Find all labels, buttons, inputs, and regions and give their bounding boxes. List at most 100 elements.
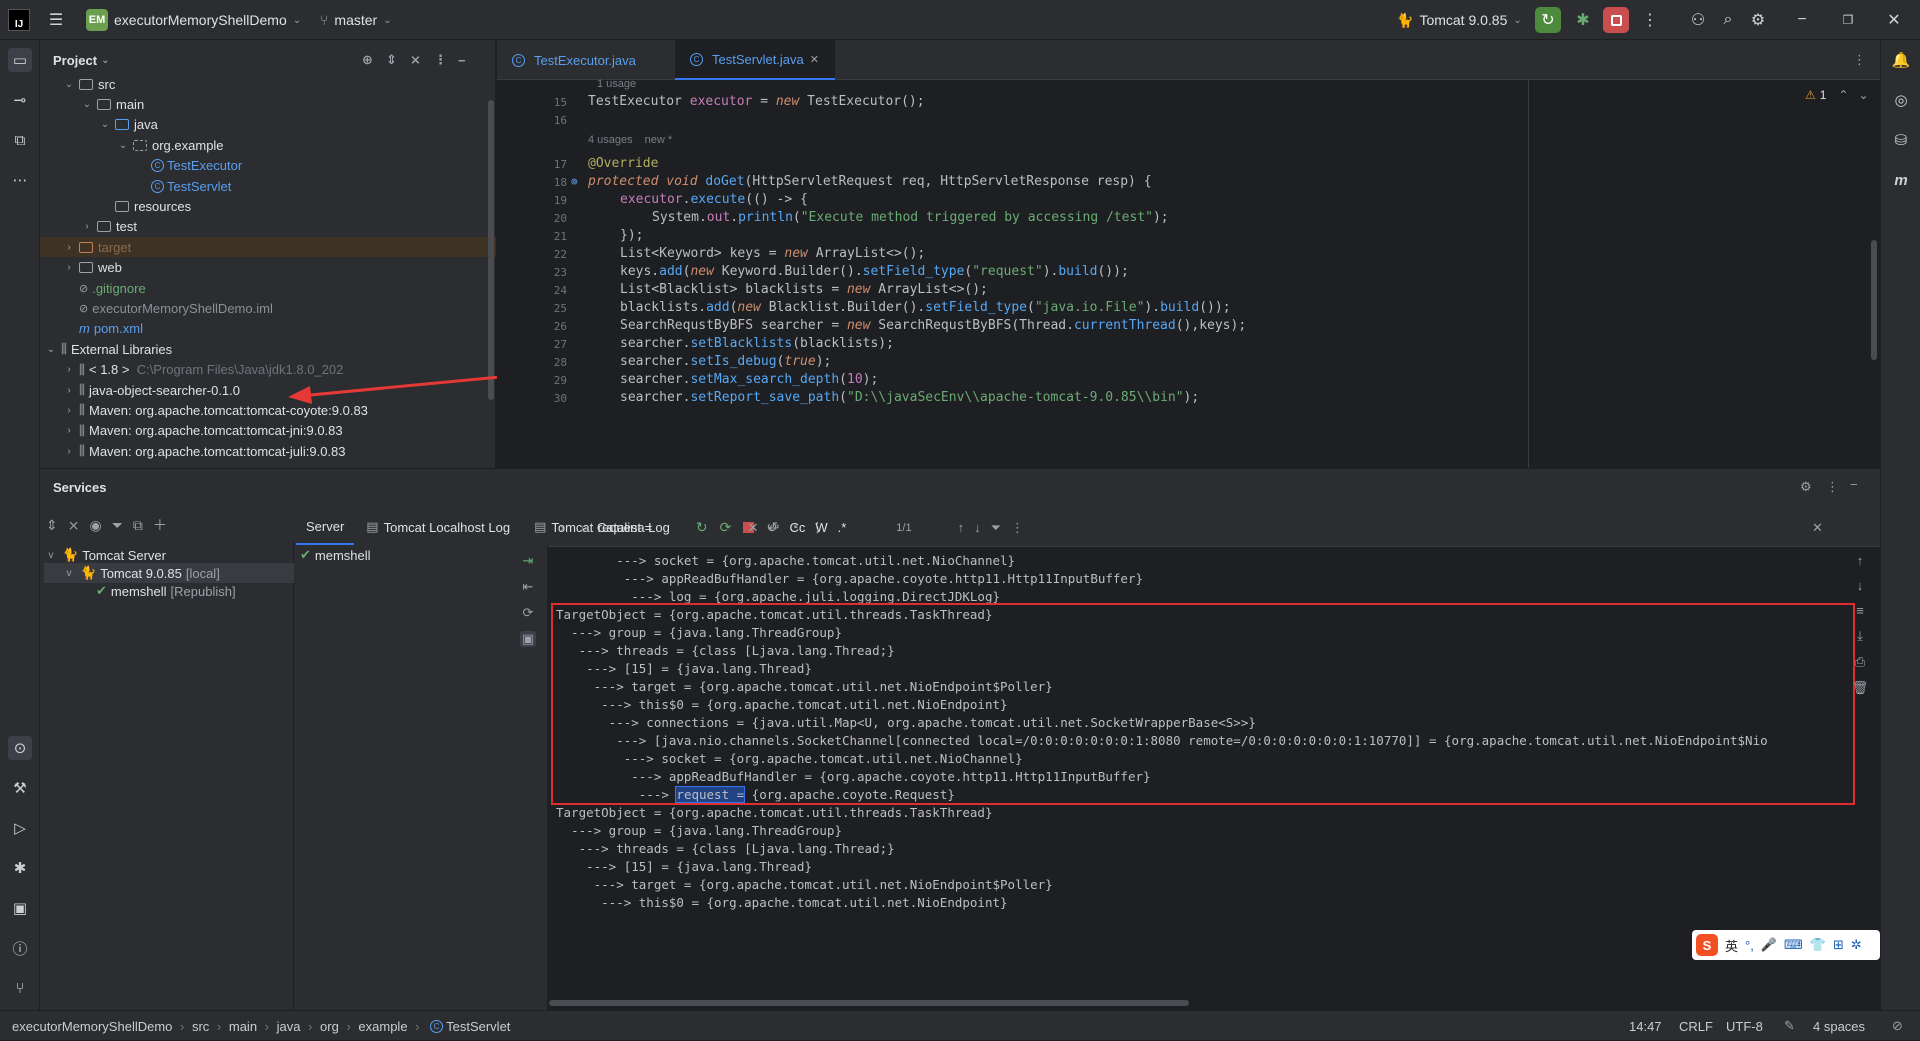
terminal-icon[interactable]: ▣	[8, 896, 32, 920]
deploy-icon[interactable]: ⇥	[523, 553, 534, 569]
vcs-branch-selector[interactable]: ⑂ master ⌄	[320, 0, 392, 40]
tab-testservlet[interactable]: C TestServlet.java ✕	[675, 40, 835, 80]
expand-all-icon[interactable]: ⇕	[386, 52, 397, 68]
scroll-up-icon[interactable]: ↑	[1857, 553, 1864, 568]
editor-scrollbar[interactable]	[1871, 240, 1877, 360]
tree-node-memshell[interactable]: ✔ memshell [Republish]	[44, 581, 236, 601]
minimize-button[interactable]: −	[1790, 8, 1814, 32]
collapse-all-icon[interactable]: ⨯	[68, 517, 80, 534]
services-options-icon[interactable]: ⋮	[1826, 479, 1839, 495]
services-settings-icon[interactable]: ⚙	[1800, 479, 1812, 495]
search-icon[interactable]: ⌕	[1716, 8, 1740, 32]
tab-options-icon[interactable]: ⋮	[1853, 52, 1866, 68]
chevron-down-icon[interactable]: ⌄	[1859, 88, 1869, 102]
structure-icon[interactable]: ⧉	[8, 128, 32, 152]
chevron-down-icon[interactable]: ⌄	[62, 79, 76, 90]
add-service-icon[interactable]: ＋	[153, 515, 167, 535]
scroll-to-end-icon[interactable]: ⤓	[1857, 628, 1863, 644]
breadcrumb-item[interactable]: executorMemoryShellDemo	[12, 1019, 172, 1034]
rerun-button[interactable]: ↻	[1535, 7, 1561, 33]
indent-setting[interactable]: 4 spaces	[1813, 1011, 1865, 1041]
scroll-down-icon[interactable]: ↓	[1857, 578, 1864, 593]
chevron-right-icon[interactable]: ›	[62, 425, 76, 436]
breadcrumb-item[interactable]: main	[229, 1019, 257, 1034]
hide-panel-icon[interactable]: −	[458, 53, 466, 68]
more-options-icon[interactable]: ⋮	[1011, 520, 1024, 536]
debug-bug-icon[interactable]: ✱	[8, 856, 32, 880]
debug-button[interactable]: ✱	[1570, 7, 1596, 33]
chevron-down-icon[interactable]: ⌄	[44, 344, 58, 355]
tree-item[interactable]: ⌄ main	[80, 94, 144, 114]
breadcrumb-item[interactable]: src	[192, 1019, 209, 1034]
problems-icon[interactable]: ⓘ	[8, 936, 32, 960]
tree-node-tomcat-server[interactable]: v 🐈 Tomcat Server	[44, 545, 167, 565]
tree-item[interactable]: › ⫼ Maven: org.apache.tomcat:tomcat-juli:9…	[62, 441, 345, 461]
tree-item[interactable]: resources	[98, 196, 191, 216]
close-search-icon[interactable]: ✕	[1812, 520, 1823, 536]
add-user-icon[interactable]: ⚇	[1686, 8, 1710, 32]
tree-item[interactable]: m pom.xml	[62, 319, 143, 339]
code-vision-hint[interactable]: 4 usages new *	[588, 132, 672, 147]
expand-replace-icon[interactable]: ›	[560, 520, 564, 535]
hide-services-icon[interactable]: −	[1850, 477, 1858, 492]
console-toggle-icon[interactable]: ▣	[519, 631, 537, 647]
breadcrumb-item[interactable]: example	[358, 1019, 407, 1034]
search-input[interactable]	[597, 520, 738, 535]
expand-all-icon[interactable]: ⇕	[46, 517, 58, 534]
chevron-right-icon[interactable]: ›	[62, 405, 76, 416]
clear-all-trash-icon[interactable]: 🗑	[1852, 680, 1869, 696]
chevron-up-icon[interactable]: ⌃	[1838, 88, 1848, 102]
maximize-button[interactable]: ❐	[1836, 8, 1860, 32]
line-separator[interactable]: CRLF	[1679, 1011, 1713, 1041]
regex-toggle[interactable]: .*	[838, 520, 847, 535]
tree-item[interactable]: ⌄ java	[98, 115, 158, 135]
tree-item[interactable]: › target	[40, 237, 496, 258]
commit-icon[interactable]: ⊸	[8, 88, 32, 112]
ime-language[interactable]: 英	[1725, 936, 1738, 955]
view-options-eye-icon[interactable]: ◉	[89, 517, 101, 534]
maven-icon[interactable]: m	[1889, 168, 1913, 192]
whole-words-toggle[interactable]: W	[815, 520, 827, 535]
chevron-down-icon[interactable]: ⌄	[80, 99, 94, 110]
chevron-right-icon[interactable]: ›	[80, 221, 94, 232]
breadcrumb-item[interactable]: java	[277, 1019, 301, 1034]
breadcrumb-item[interactable]: TestServlet	[446, 1019, 510, 1034]
tree-item[interactable]: › ⫼ java-object-searcher-0.1.0	[62, 380, 240, 400]
soft-wrap-icon[interactable]: ≡	[1856, 603, 1864, 618]
notifications-bell-icon[interactable]: 🔔	[1889, 48, 1913, 72]
chevron-right-icon[interactable]: ›	[62, 242, 76, 253]
toolbox-icon[interactable]: ⊞	[1833, 937, 1844, 953]
collapse-all-icon[interactable]: ⨯	[410, 52, 421, 68]
close-tab-icon[interactable]: ✕	[810, 53, 819, 66]
author-hint[interactable]: new *	[645, 134, 673, 146]
tree-item[interactable]: ⊘ .gitignore	[62, 278, 146, 298]
caret-position[interactable]: 14:47	[1629, 1011, 1662, 1041]
keyboard-icon[interactable]: ⌨	[1784, 937, 1803, 953]
chevron-right-icon[interactable]: ›	[62, 364, 76, 375]
usages-hint[interactable]: 1 usage	[597, 78, 636, 90]
tree-item[interactable]: ⌄ ⫼ External Libraries	[44, 339, 172, 359]
search-history-icon[interactable]: ↩	[769, 520, 780, 536]
console-output[interactable]: ---> socket = {org.apache.tomcat.util.ne…	[548, 547, 1880, 1011]
tree-node-tomcat-instance[interactable]: v 🐈 Tomcat 9.0.85 [local]	[44, 563, 294, 583]
chevron-right-icon[interactable]: ›	[62, 385, 76, 396]
chevron-down-icon[interactable]: ⌄	[98, 119, 112, 130]
database-icon[interactable]: ⛁	[1889, 128, 1913, 152]
tab-localhost-log[interactable]: ▤ Tomcat Localhost Log	[354, 509, 522, 545]
tree-item[interactable]: › test	[80, 217, 137, 237]
close-window-button[interactable]: ✕	[1882, 8, 1906, 32]
project-selector[interactable]: EM executorMemoryShellDemo ⌄	[86, 0, 301, 40]
chevron-right-icon[interactable]: ›	[62, 446, 76, 457]
console-h-scrollbar[interactable]	[549, 1000, 1189, 1006]
clear-search-icon[interactable]: ✕	[748, 520, 759, 536]
skin-icon[interactable]: 👕	[1810, 937, 1826, 953]
more-actions-icon[interactable]: ⋮	[1638, 8, 1662, 32]
next-match-icon[interactable]: ↓	[974, 520, 981, 535]
main-menu-icon[interactable]: ☰	[44, 8, 68, 32]
tree-item[interactable]: C TestExecutor	[134, 156, 242, 176]
stop-button[interactable]	[1603, 7, 1629, 33]
undeploy-icon[interactable]: ⇤	[523, 579, 534, 595]
punctuation-icon[interactable]: °,	[1745, 938, 1754, 953]
ime-settings-icon[interactable]: ✲	[1851, 937, 1862, 953]
tree-item[interactable]: ⌄ org.example	[116, 135, 224, 155]
